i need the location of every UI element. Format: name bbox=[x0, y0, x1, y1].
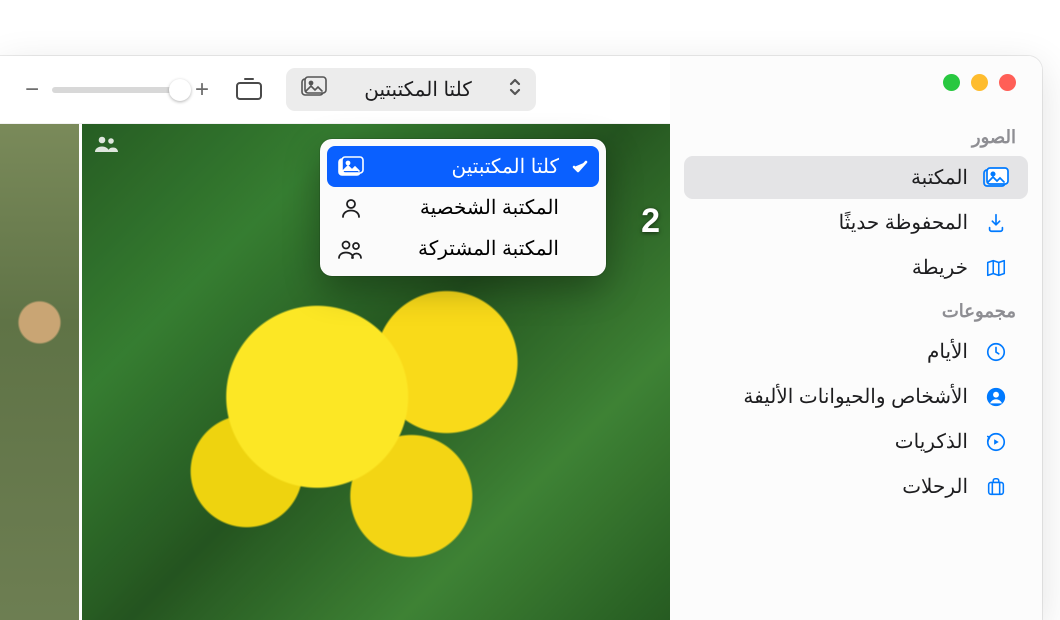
sidebar: الصور المكتبة المحفوظة حديثًا خريطة مجمو… bbox=[670, 56, 1042, 620]
sidebar-item-label: الأشخاص والحيوانات الأليفة bbox=[743, 384, 968, 409]
sidebar-item-recently-saved[interactable]: المحفوظة حديثًا bbox=[684, 201, 1028, 244]
menu-item-both-libraries[interactable]: كلتا المكتبتين bbox=[327, 146, 599, 187]
people-icon bbox=[337, 238, 365, 260]
memories-icon bbox=[982, 430, 1010, 454]
year-overlay: 2 bbox=[641, 202, 660, 241]
zoom-slider[interactable] bbox=[52, 87, 182, 93]
map-icon bbox=[982, 256, 1010, 280]
photos-icon bbox=[337, 156, 365, 178]
menu-item-label: المكتبة الشخصية bbox=[377, 195, 559, 220]
download-icon bbox=[982, 211, 1010, 235]
library-filter-label: كلتا المكتبتين bbox=[340, 77, 496, 102]
sidebar-item-label: المحفوظة حديثًا bbox=[839, 210, 968, 235]
close-window-button[interactable] bbox=[999, 74, 1016, 91]
aspect-toggle-button[interactable] bbox=[230, 75, 268, 105]
menu-item-label: كلتا المكتبتين bbox=[377, 154, 559, 179]
minimize-window-button[interactable] bbox=[971, 74, 988, 91]
menu-item-personal-library[interactable]: المكتبة الشخصية bbox=[327, 187, 599, 228]
sidebar-item-label: خريطة bbox=[912, 255, 968, 280]
photos-icon bbox=[300, 76, 328, 103]
photos-icon bbox=[982, 166, 1010, 190]
person-circle-icon bbox=[982, 385, 1010, 409]
sidebar-item-memories[interactable]: الذكريات bbox=[684, 420, 1028, 463]
menu-item-shared-library[interactable]: المكتبة المشتركة bbox=[327, 228, 599, 269]
sidebar-item-trips[interactable]: الرحلات bbox=[684, 465, 1028, 508]
sidebar-item-map[interactable]: خريطة bbox=[684, 246, 1028, 289]
zoom-out-button[interactable]: − bbox=[22, 76, 42, 104]
section-header-collections: مجموعات bbox=[670, 291, 1042, 328]
sidebar-item-label: الأيام bbox=[927, 339, 968, 364]
sidebar-item-library[interactable]: المكتبة bbox=[684, 156, 1028, 199]
fullscreen-window-button[interactable] bbox=[943, 74, 960, 91]
sidebar-item-days[interactable]: الأيام bbox=[684, 330, 1028, 373]
window-controls bbox=[670, 74, 1042, 117]
checkmark-icon bbox=[571, 160, 589, 174]
photo-image bbox=[0, 124, 79, 620]
zoom-slider-thumb[interactable] bbox=[169, 79, 191, 101]
sidebar-item-label: الذكريات bbox=[895, 429, 968, 454]
person-icon bbox=[337, 197, 365, 219]
sidebar-item-label: الرحلات bbox=[902, 474, 968, 499]
zoom-in-button[interactable]: + bbox=[192, 76, 212, 104]
library-filter-menu: كلتا المكتبتين المكتبة الشخصية المكتبة ا… bbox=[320, 139, 606, 276]
zoom-control: + − bbox=[22, 76, 212, 104]
suitcase-icon bbox=[982, 475, 1010, 499]
sidebar-item-people-pets[interactable]: الأشخاص والحيوانات الأليفة bbox=[684, 375, 1028, 418]
clock-icon bbox=[982, 340, 1010, 364]
toolbar: + − كلتا المكتبتين bbox=[0, 56, 670, 124]
shared-badge-icon bbox=[94, 134, 120, 159]
photo-thumbnail[interactable] bbox=[0, 124, 79, 620]
section-header-photos: الصور bbox=[670, 117, 1042, 154]
chevron-updown-icon bbox=[508, 77, 522, 102]
menu-item-label: المكتبة المشتركة bbox=[377, 236, 559, 261]
library-filter-dropdown[interactable]: كلتا المكتبتين bbox=[286, 68, 536, 111]
sidebar-item-label: المكتبة bbox=[911, 165, 968, 190]
